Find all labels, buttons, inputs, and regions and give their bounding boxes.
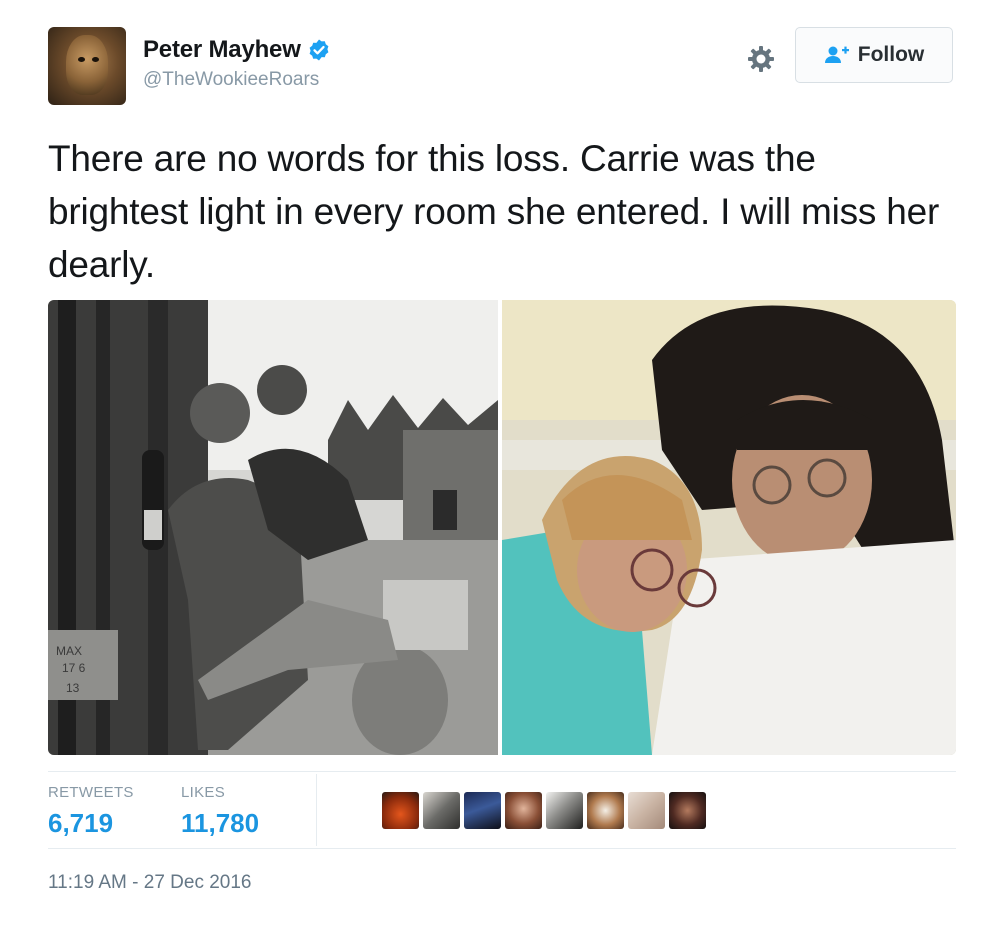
tweet-timestamp[interactable]: 11:19 AM - 27 Dec 2016 [48,872,252,894]
likes-stat[interactable]: LIKES 11,780 [181,784,259,839]
liker-avatar[interactable] [546,792,583,829]
display-name[interactable]: Peter Mayhew [143,36,301,64]
name-row: Peter Mayhew [143,36,331,64]
likes-count: 11,780 [181,808,260,838]
gear-icon[interactable] [746,44,776,74]
avatar-eye-right [92,57,99,62]
liker-avatar[interactable] [423,792,460,829]
bw-photo-illustration: MAX 17 6 13 [48,300,498,755]
liker-avatar[interactable] [628,792,665,829]
avatar[interactable] [48,27,126,105]
avatar-fur [66,35,108,95]
liker-avatars [382,792,706,829]
stats-separator [316,774,317,846]
liker-avatar[interactable] [382,792,419,829]
liker-avatar[interactable] [464,792,501,829]
photo-sign-text-2: 17 6 [62,661,86,675]
stats-divider-top [48,771,956,772]
user-info: Peter Mayhew @TheWookieeRoars [143,36,331,91]
media-grid: MAX 17 6 13 [48,300,956,755]
retweets-stat[interactable]: RETWEETS 6,719 [48,784,134,839]
avatar-eye-left [78,57,85,62]
verified-badge-icon [309,39,329,61]
retweets-count: 6,719 [48,808,114,838]
tweet-text: There are no words for this loss. Carrie… [48,138,940,285]
photo-black-and-white[interactable]: MAX 17 6 13 [48,300,498,755]
follow-label: Follow [857,43,925,66]
stats-divider-bottom [48,848,956,849]
liker-avatar[interactable] [587,792,624,829]
photo-sign-text-3: 13 [66,681,80,695]
retweets-label: RETWEETS [48,784,134,801]
liker-avatar[interactable] [669,792,706,829]
photo-color[interactable] [502,300,956,755]
color-photo-illustration [502,300,956,755]
add-user-icon [824,46,849,63]
likes-label: LIKES [181,784,226,801]
follow-button[interactable]: Follow [795,27,953,83]
liker-avatar[interactable] [505,792,542,829]
user-handle[interactable]: @TheWookieeRoars [143,69,331,91]
photo-sign-text: MAX [56,644,82,658]
